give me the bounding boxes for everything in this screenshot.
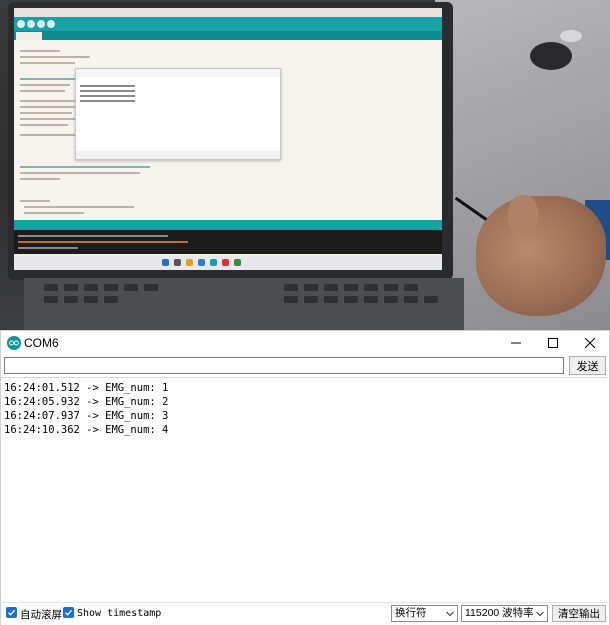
window-titlebar: COM6 [1,331,609,355]
output-line: 16:24:01.512 -> EMG_num: 1 [4,382,169,394]
ide-status-bar [14,220,442,230]
small-device [560,30,582,42]
ide-upload-icon [27,20,35,28]
taskbar-app-icon [174,259,181,266]
ide-titlebar [14,8,442,17]
photo-serial-monitor [75,68,281,160]
autoscroll-label[interactable]: 自动滚屏 [20,607,62,622]
hand-thumb [508,195,538,235]
minimize-icon [511,342,521,344]
arduino-icon [7,336,21,350]
computer-mouse [530,42,572,70]
output-line: 16:24:05.932 -> EMG_num: 2 [4,396,169,408]
line-ending-select[interactable]: 换行符 [391,605,458,622]
close-icon [585,338,595,348]
ide-console [14,230,442,254]
autoscroll-checkbox[interactable] [6,607,17,618]
minimize-button[interactable] [497,331,535,355]
chevron-down-icon [536,611,544,617]
taskbar-app-icon [234,259,241,266]
ide-tab [16,32,42,40]
ide-new-icon [37,20,45,28]
ide-tabbar [14,31,442,40]
output-line: 16:24:10.362 -> EMG_num: 4 [4,424,169,436]
laptop-photo [0,0,610,330]
send-input[interactable] [4,357,564,374]
ide-verify-icon [17,20,25,28]
line-ending-value: 换行符 [395,607,427,619]
hand [476,196,606,316]
output-line: 16:24:07.937 -> EMG_num: 3 [4,410,169,422]
baud-rate-value: 115200 波特率 [465,607,534,619]
send-button[interactable]: 发送 [569,356,606,375]
serial-output[interactable]: 16:24:01.512 -> EMG_num: 1 16:24:05.932 … [1,377,607,602]
baud-rate-select[interactable]: 115200 波特率 [461,605,548,622]
taskbar-app-icon [186,259,193,266]
timestamp-checkbox[interactable] [63,607,74,618]
bottom-toolbar: 自动滚屏 Show timestamp 换行符 115200 波特率 清空输出 [1,602,609,625]
taskbar-app-icon [198,259,205,266]
window-title: COM6 [24,336,59,350]
checkmark-icon [65,609,73,616]
chevron-down-icon [446,611,454,617]
taskbar-app-icon [210,259,217,266]
checkmark-icon [8,609,16,616]
taskbar-app-icon [222,259,229,266]
ide-open-icon [47,20,55,28]
taskbar-start-icon [162,259,169,266]
maximize-icon [548,338,558,348]
serial-monitor-window: COM6 发送 16:24:01.512 -> EMG_num: 1 16:24… [0,330,610,625]
close-button[interactable] [571,331,609,355]
clear-output-button[interactable]: 清空输出 [552,605,606,622]
maximize-button[interactable] [534,331,572,355]
laptop-keyboard [24,278,464,330]
timestamp-label[interactable]: Show timestamp [77,608,161,619]
ide-toolbar [14,17,442,31]
send-row: 发送 [1,356,609,378]
